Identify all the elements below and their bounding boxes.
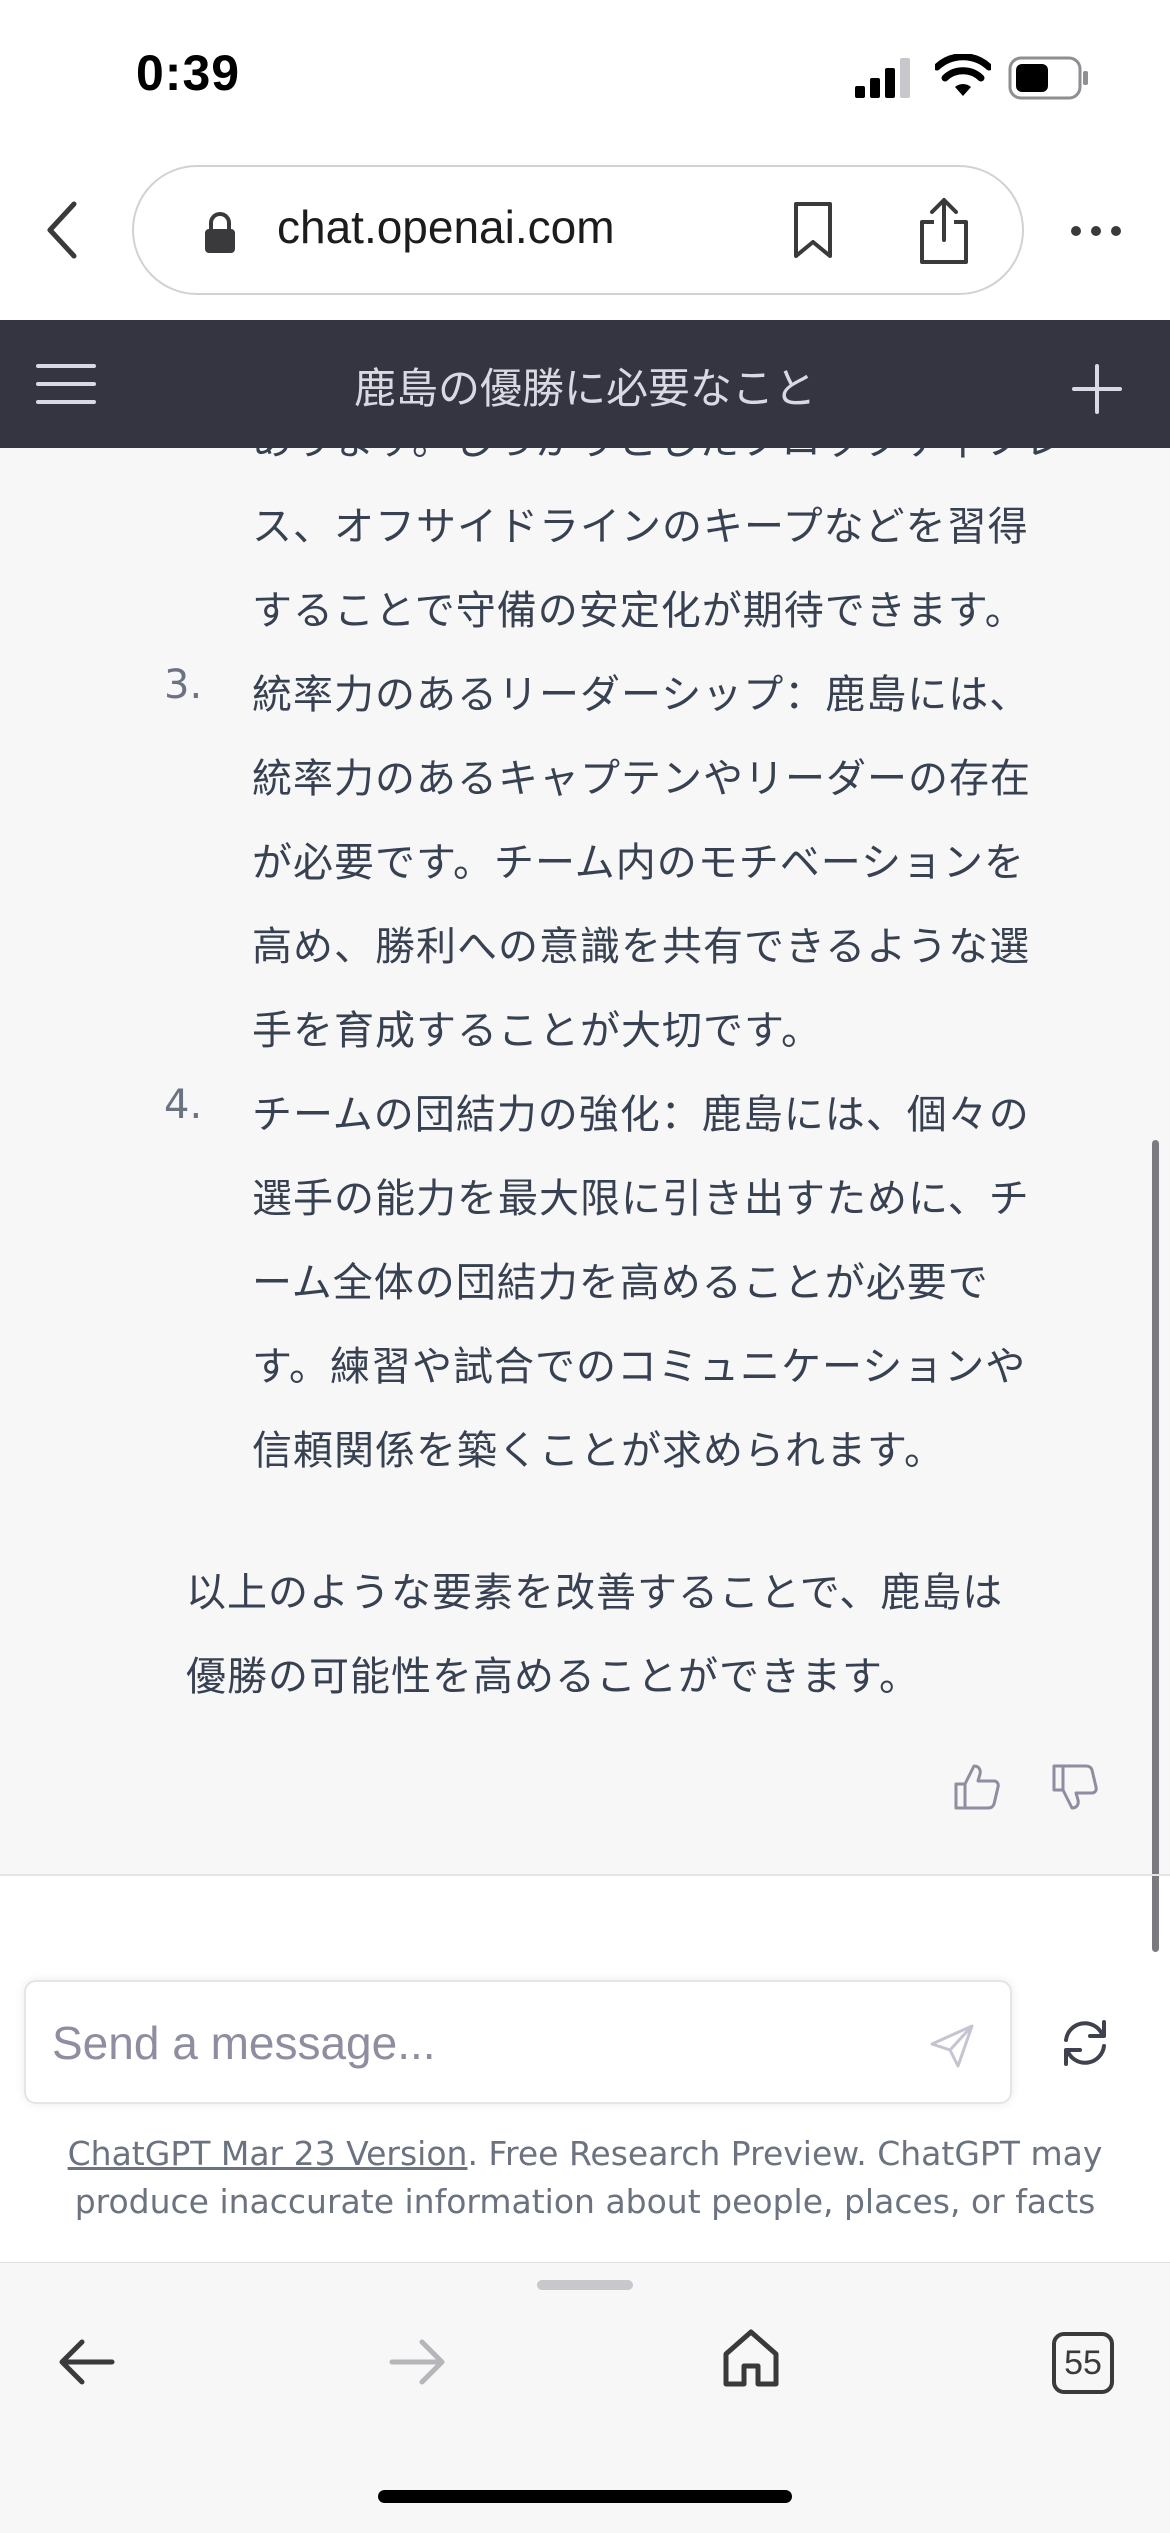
url-text[interactable]: chat.openai.com [277,200,615,254]
status-time: 0:39 [136,45,241,101]
message-line: あります。しっかりとしたプロックディフレ [252,448,1065,466]
ellipsis-icon[interactable] [1068,218,1124,244]
message-line: 統率力のあるリーダーシップ：鹿島には、 [252,672,1031,718]
send-icon[interactable] [928,2022,976,2070]
version-link[interactable]: ChatGPT Mar 23 Version [68,2134,468,2173]
refresh-icon[interactable] [1058,2016,1112,2070]
message-input-box[interactable] [24,1980,1012,2104]
message-line: することで守備の安定化が期待できます。 [252,588,1026,634]
plus-icon[interactable] [1070,362,1124,416]
message-line: 統率力のあるキャプテンやリーダーの存在 [252,756,1031,802]
message-line: 信頼関係を築くことが求められます。 [252,1428,945,1474]
message-line: 選手の能力を最大限に引き出すために、チ [252,1176,1030,1222]
message-line: 優勝の可能性を高めることができます。 [186,1654,920,1700]
battery-icon [1008,56,1088,100]
arrow-right-icon[interactable] [388,2336,448,2388]
arrow-left-icon[interactable] [56,2336,116,2388]
message-line: 以上のような要素を改善することで、鹿島は [186,1570,1004,1616]
lock-icon [205,212,235,253]
chevron-left-icon[interactable] [38,198,88,262]
message-input[interactable] [50,2010,934,2076]
chat-title: 鹿島の優勝に必要なこと [353,364,816,413]
home-icon[interactable] [722,2328,780,2388]
message-line: す。練習や試合でのコミュニケーションや [252,1344,1027,1390]
wifi-icon [935,54,991,96]
footer-text-2: produce inaccurate information about peo… [74,2182,1096,2221]
footer-text-1: . Free Research Preview. ChatGPT may [467,2134,1103,2173]
message-line: チームの団結力の強化：鹿島には、個々の [252,1092,1030,1138]
bookmark-icon[interactable] [790,200,836,260]
list-number: 4. [164,1082,203,1128]
thumbs-down-icon[interactable] [1050,1762,1100,1812]
drag-handle[interactable] [537,2280,633,2290]
divider [0,1874,1170,1876]
message-line: 手を育成することが大切です。 [252,1008,822,1054]
message-line: ス、オフサイドラインのキープなどを習得 [252,504,1029,550]
message-line: が必要です。チーム内のモチベーションを [252,840,1025,886]
scrollbar[interactable] [1152,1140,1159,1952]
tabs-button[interactable]: 55 [1052,2332,1114,2394]
thumbs-up-icon[interactable] [952,1762,1002,1812]
share-icon[interactable] [916,196,972,266]
list-number: 3. [164,662,203,708]
message-line: 高め、勝利への意識を共有できるような選 [252,924,1031,970]
cellular-signal-icon [855,58,910,98]
message-line: ーム全体の団結力を高めることが必要で [252,1260,989,1306]
assistant-message: あります。しっかりとしたプロックディフレ ス、オフサイドラインのキープなどを習得… [0,448,1170,1874]
footer-disclaimer: ChatGPT Mar 23 Version. Free Research Pr… [0,2130,1170,2226]
home-indicator [378,2490,792,2503]
